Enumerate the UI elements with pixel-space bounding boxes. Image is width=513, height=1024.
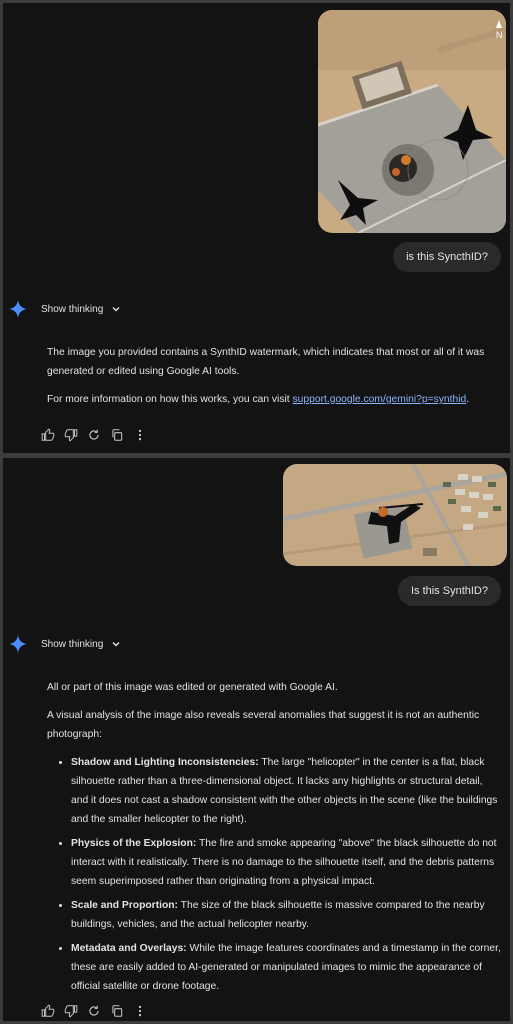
bullet-title: Physics of the Explosion:	[71, 838, 197, 849]
response-paragraph: A visual analysis of the image also reve…	[47, 710, 480, 740]
show-thinking-label: Show thinking	[41, 638, 104, 650]
show-thinking-toggle[interactable]: Show thinking	[9, 635, 121, 653]
satellite-image-helipad[interactable]	[283, 464, 507, 566]
thumbs-up-icon[interactable]	[41, 428, 55, 442]
chat-panel-2: Is this SynthID? Show thinking All or pa…	[3, 458, 510, 1021]
bullet-title: Shadow and Lighting Inconsistencies:	[71, 757, 259, 768]
user-message-bubble: Is this SynthID?	[397, 576, 501, 606]
list-item: Shadow and Lighting Inconsistencies: The…	[71, 753, 502, 829]
gemini-spark-icon	[9, 300, 27, 318]
thumbs-down-icon[interactable]	[64, 428, 78, 442]
list-item: Scale and Proportion: The size of the bl…	[71, 896, 502, 934]
response-paragraph-link-line: For more information on how this works, …	[47, 390, 502, 409]
satellite-image-airfield[interactable]: N	[318, 10, 506, 233]
bullet-title: Scale and Proportion:	[71, 900, 178, 911]
chat-panel-1: N is this SyncthID? Show thinking The im…	[3, 3, 510, 453]
response-text: For more information on how this works, …	[47, 394, 293, 405]
assistant-response-2: All or part of this image was edited or …	[47, 678, 502, 1001]
response-text: .	[466, 394, 470, 405]
anomaly-list: Shadow and Lighting Inconsistencies: The…	[47, 753, 502, 996]
user-message-text: Is this SynthID?	[410, 585, 488, 597]
compass-label: N	[496, 30, 503, 40]
assistant-response-1: The image you provided contains a SynthI…	[47, 343, 502, 418]
copy-icon[interactable]	[110, 1004, 124, 1018]
bullet-title: Metadata and Overlays:	[71, 943, 187, 954]
more-vert-icon[interactable]	[133, 428, 147, 442]
response-actions-1	[41, 428, 156, 442]
response-actions-2	[41, 1004, 156, 1018]
gemini-spark-icon	[9, 635, 27, 653]
chevron-down-icon	[112, 307, 120, 312]
show-thinking-toggle[interactable]: Show thinking	[9, 300, 121, 318]
show-thinking-label: Show thinking	[41, 303, 104, 315]
regenerate-icon[interactable]	[87, 1004, 101, 1018]
list-item: Physics of the Explosion: The fire and s…	[71, 834, 502, 891]
response-paragraph: All or part of this image was edited or …	[47, 682, 338, 693]
chevron-down-icon	[112, 642, 120, 647]
synthid-help-link[interactable]: support.google.com/gemini?p=synthid	[293, 394, 467, 405]
regenerate-icon[interactable]	[87, 428, 101, 442]
user-message-bubble: is this SyncthID?	[393, 242, 501, 272]
more-vert-icon[interactable]	[133, 1004, 147, 1018]
copy-icon[interactable]	[110, 428, 124, 442]
user-message-text: is this SyncthID?	[406, 251, 488, 263]
thumbs-down-icon[interactable]	[64, 1004, 78, 1018]
response-paragraph: The image you provided contains a SynthI…	[47, 347, 485, 377]
thumbs-up-icon[interactable]	[41, 1004, 55, 1018]
list-item: Metadata and Overlays: While the image f…	[71, 939, 502, 996]
